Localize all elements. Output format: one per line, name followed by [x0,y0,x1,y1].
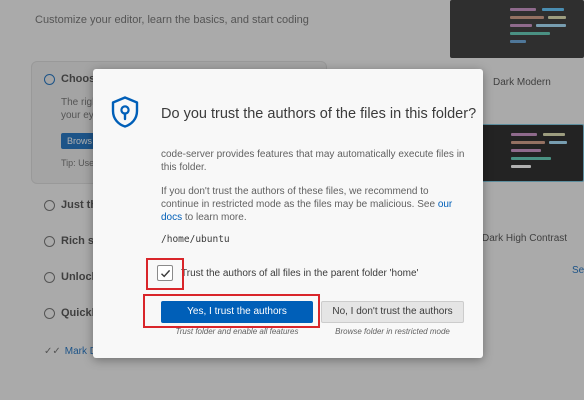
dialog-detail: If you don't trust the authors of these … [161,185,466,224]
shield-keyhole-icon [111,96,139,128]
checkbox-highlight-box [146,258,184,290]
restricted-button-caption: Browse folder in restricted mode [335,327,450,336]
folder-path: /home/ubuntu [161,234,230,245]
trust-button-caption: Trust folder and enable all features [175,327,299,336]
trust-parent-label[interactable]: Trust the authors of all files in the pa… [181,268,418,279]
dialog-message: code-server provides features that may a… [161,149,465,173]
dialog-detail-text: If you don't trust the authors of these … [161,186,438,210]
dialog-title: Do you trust the authors of the files in… [161,106,477,122]
trust-button-highlight-box [143,294,320,328]
dont-trust-authors-button[interactable]: No, I don't trust the authors [321,301,464,323]
dialog-detail-text-end: to learn more. [182,212,247,223]
